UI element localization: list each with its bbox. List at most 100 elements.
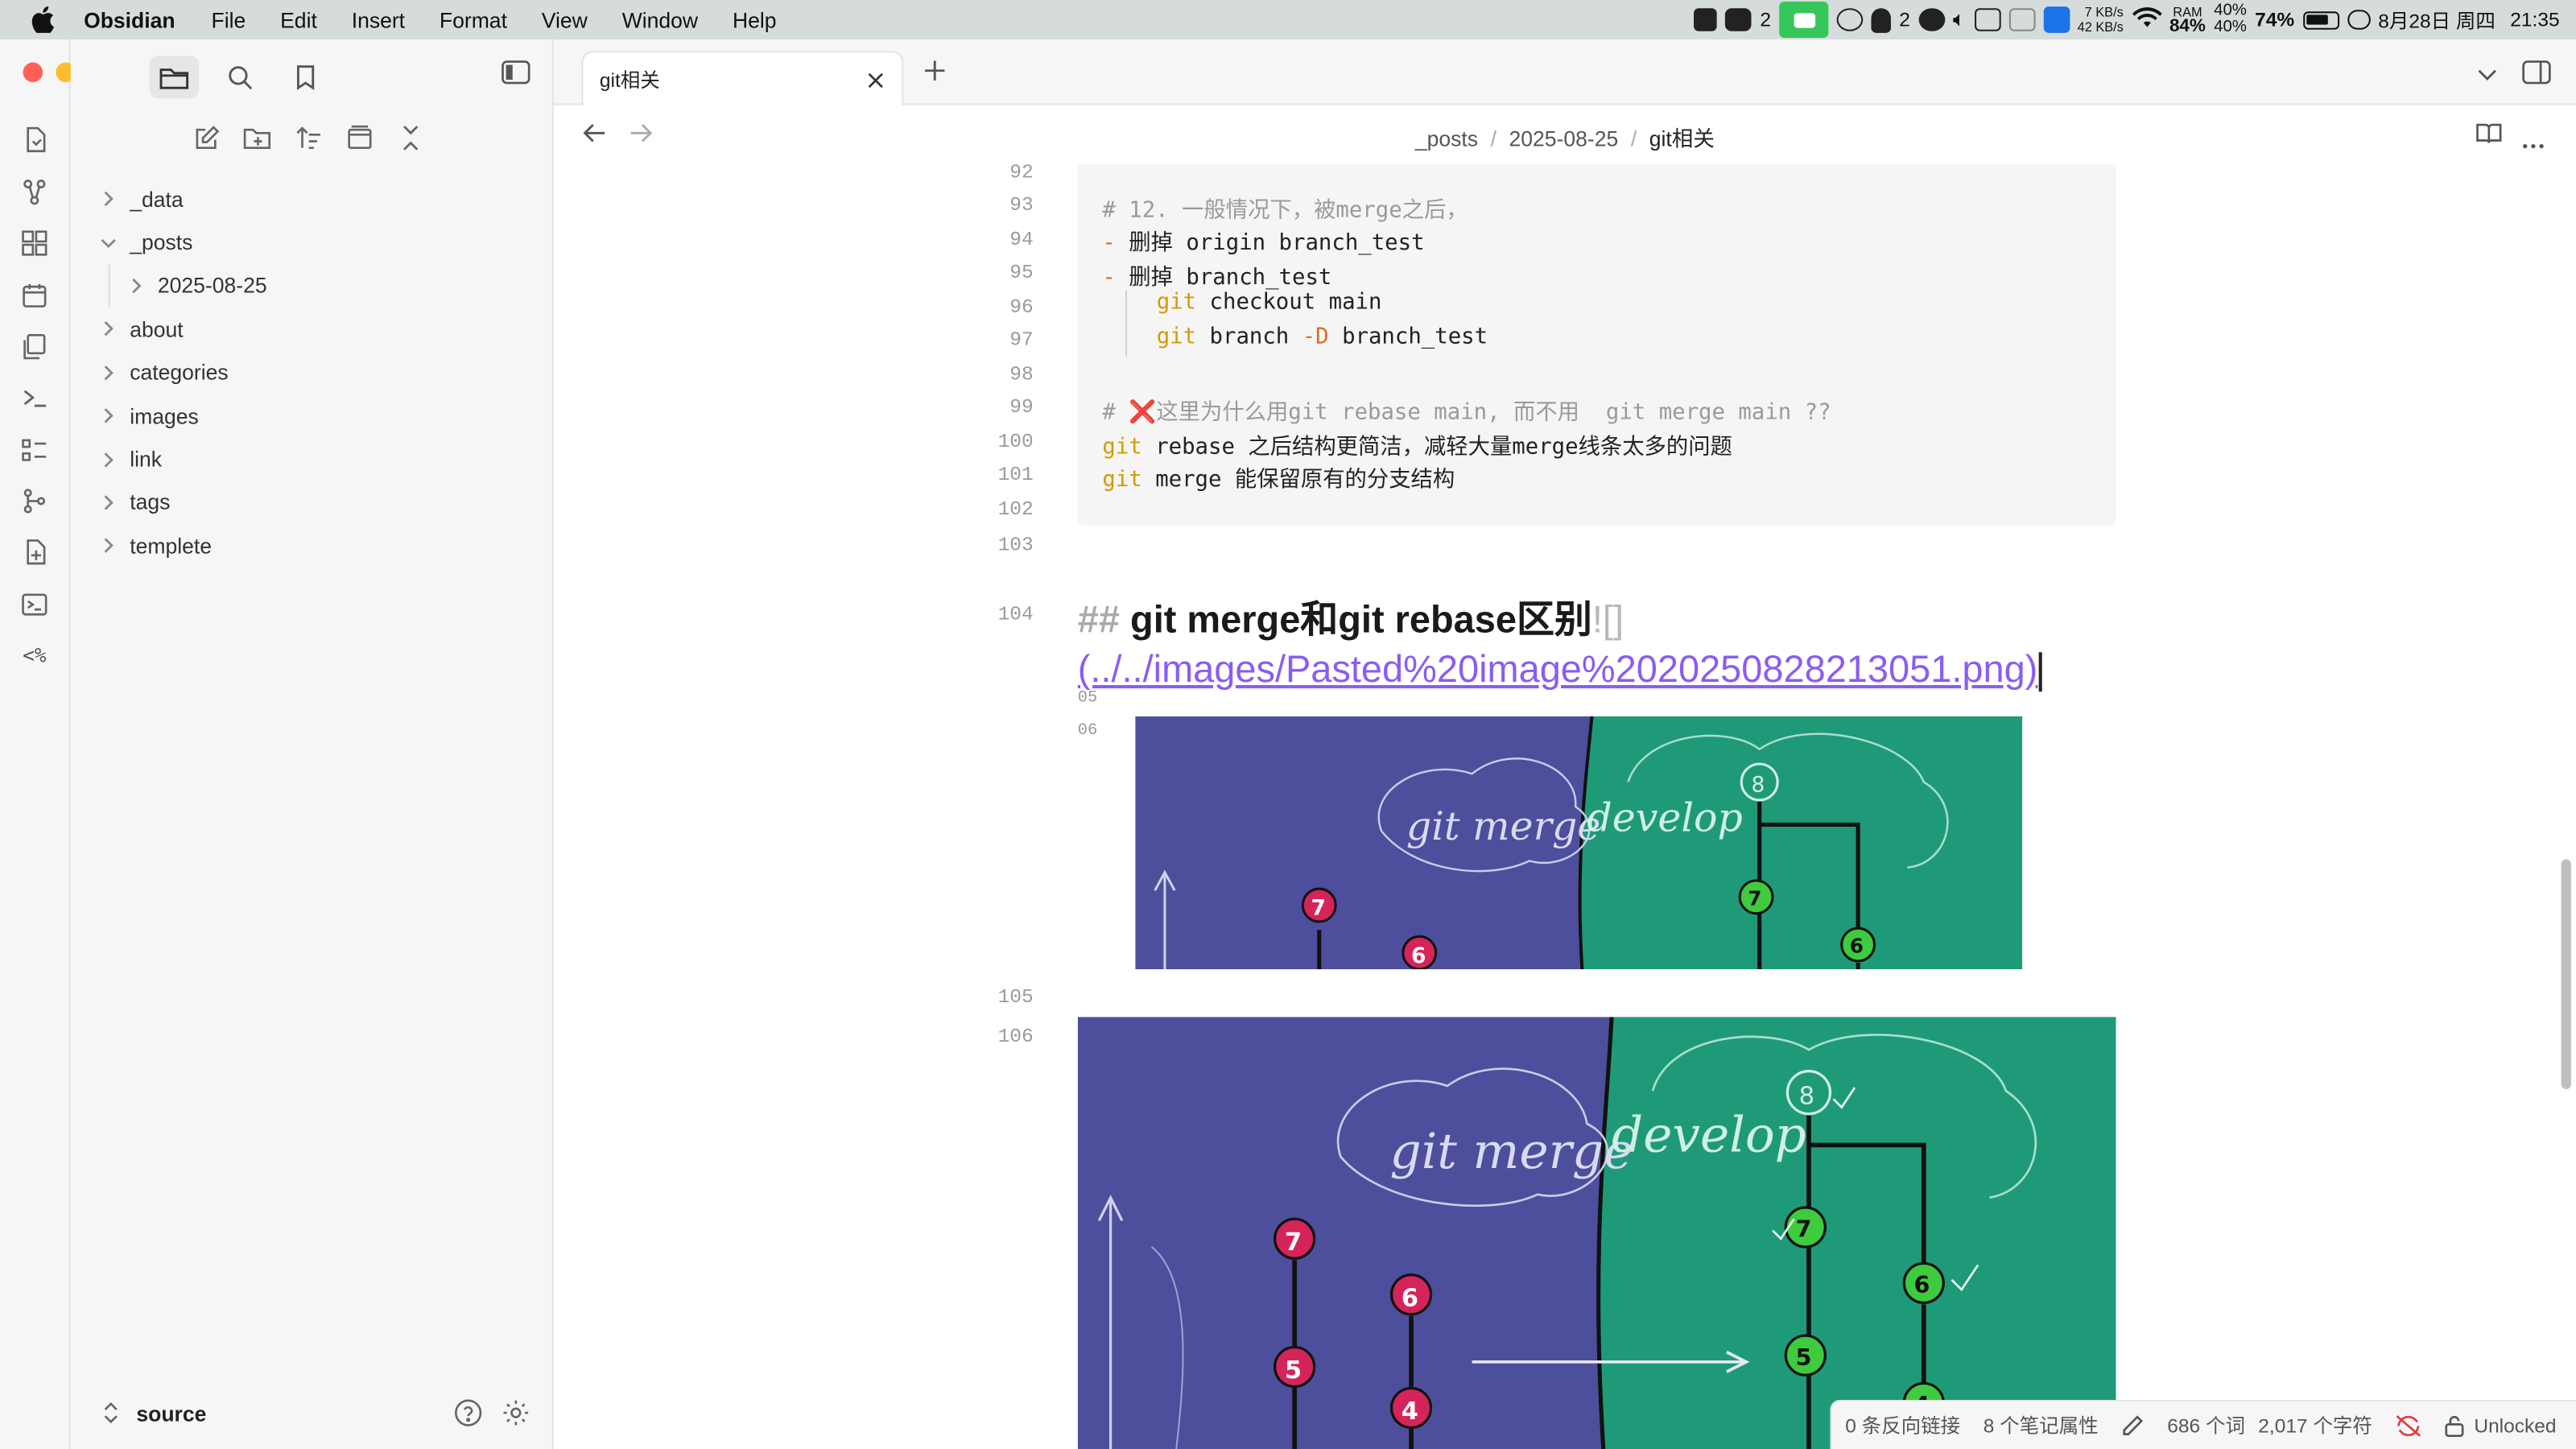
git-icon[interactable] <box>19 488 49 514</box>
outline-icon[interactable] <box>19 437 49 464</box>
tree-folder-data[interactable]: _data <box>71 177 554 221</box>
canvas-icon[interactable] <box>19 230 49 257</box>
tree-folder-posts[interactable]: _posts <box>71 221 554 264</box>
new-folder-icon[interactable] <box>243 122 273 155</box>
image-embed-bang: ! <box>1591 597 1603 641</box>
tree-folder-about[interactable]: about <box>71 308 554 351</box>
image-alt-brackets: [] <box>1602 597 1624 641</box>
auto-reveal-icon[interactable] <box>345 122 375 155</box>
tray-grey-icon[interactable] <box>2008 8 2035 31</box>
search-tab-icon[interactable] <box>215 56 264 98</box>
tab-list-chevron-down-icon[interactable] <box>2475 63 2499 82</box>
collapse-all-icon[interactable] <box>396 122 426 155</box>
apple-icon[interactable] <box>31 6 61 33</box>
bookmarks-tab-icon[interactable] <box>281 56 330 98</box>
ram-meter[interactable]: RAM 84% <box>2169 6 2206 35</box>
settings-gear-icon[interactable] <box>501 1398 530 1428</box>
embedded-image-preview[interactable]: git merge develop 7 6 8 7 6 <box>1135 716 2023 970</box>
files-tab-folder-icon[interactable] <box>149 56 199 99</box>
markdown-editor[interactable]: 92 93 94 95 96 97 98 99 100 101 102 103 … <box>553 164 2576 1449</box>
menu-insert[interactable]: Insert <box>352 7 405 32</box>
heading-git-merge-vs-rebase[interactable]: ## git merge和git rebase区别![] (../../image… <box>1078 595 2116 693</box>
menu-format[interactable]: Format <box>440 7 507 32</box>
tray-voice-icon[interactable] <box>1725 8 1752 31</box>
new-tab-plus-icon[interactable] <box>923 59 950 85</box>
node-7-green: 7 <box>1796 1216 1812 1243</box>
facetime-icon[interactable] <box>1779 2 1829 38</box>
sync-disabled-icon[interactable] <box>2395 1414 2421 1437</box>
wechat-icon[interactable] <box>1918 8 1945 31</box>
menu-app-name[interactable]: Obsidian <box>84 7 175 32</box>
templates-icon[interactable] <box>19 333 49 360</box>
tree-item-label: templete <box>130 533 213 559</box>
toggle-sidebar-icon[interactable] <box>501 59 530 85</box>
tray-blue-icon[interactable] <box>2042 6 2070 33</box>
breadcrumb-separator: / <box>1630 126 1637 151</box>
tree-folder-tags[interactable]: tags <box>71 481 554 524</box>
graph-view-icon[interactable] <box>19 179 49 205</box>
cpu-meter[interactable]: 40% 40% <box>2214 2 2247 36</box>
menu-view[interactable]: View <box>542 7 588 32</box>
display-icon[interactable] <box>1974 8 2000 31</box>
menu-file[interactable]: File <box>211 7 246 32</box>
chat-icon[interactable] <box>1836 8 1864 31</box>
tree-folder-2025-08-25[interactable]: 2025-08-25 <box>71 264 554 308</box>
menu-help[interactable]: Help <box>733 7 777 32</box>
tree-folder-categories[interactable]: categories <box>71 351 554 394</box>
terminal-icon[interactable] <box>19 592 49 618</box>
tree-folder-link[interactable]: link <box>71 438 554 481</box>
menu-edit[interactable]: Edit <box>280 7 317 32</box>
reading-view-book-icon[interactable] <box>2475 122 2502 147</box>
status-tray: 2 2 🔈︎ 7 KB/s 42 KB/s RAM 84% 40% 40% 74… <box>1694 0 2560 39</box>
network-speed[interactable]: 7 KB/s 42 KB/s <box>2078 5 2124 35</box>
qq-icon[interactable] <box>1871 7 1891 32</box>
lock-icon[interactable] <box>2445 1414 2464 1437</box>
tree-item-label: _data <box>130 187 184 212</box>
image-link[interactable]: (../../images/Pasted%20image%20202508282… <box>1078 647 2038 690</box>
open-quick-switcher-icon[interactable] <box>19 126 49 153</box>
node-4: 4 <box>1402 1397 1418 1426</box>
breadcrumb-date-folder[interactable]: 2025-08-25 <box>1509 126 1619 151</box>
menubar-time[interactable]: 21:35 <box>2510 8 2559 31</box>
new-note-icon[interactable] <box>19 539 49 565</box>
control-center-icon[interactable] <box>2347 10 2371 30</box>
new-note-icon[interactable] <box>192 122 222 155</box>
word-count: 686 个词 <box>2167 1414 2245 1438</box>
node-6-green: 6 <box>1850 935 1864 958</box>
wifi-icon[interactable] <box>2132 6 2161 33</box>
breadcrumb-current-note[interactable]: git相关 <box>1649 126 1715 151</box>
sort-icon[interactable] <box>294 122 324 155</box>
command-palette-icon[interactable] <box>19 385 49 411</box>
backlinks-count[interactable]: 0 条反向链接 <box>1845 1411 1960 1439</box>
code-text: 删掉 origin branch_test <box>1115 231 1425 257</box>
lock-status-label[interactable]: Unlocked <box>2474 1414 2556 1437</box>
tray-app-icon[interactable] <box>1694 8 1718 31</box>
vault-name[interactable]: source <box>136 1401 206 1426</box>
list-dash: - <box>1102 266 1116 291</box>
vault-switch-icon[interactable] <box>104 1402 120 1425</box>
menubar-date[interactable]: 8月28日 周四 <box>2378 6 2496 34</box>
properties-count[interactable]: 8 个笔记属性 <box>1984 1411 2099 1439</box>
help-icon[interactable] <box>453 1398 483 1428</box>
breadcrumb-posts[interactable]: _posts <box>1415 126 1478 151</box>
volume-icon[interactable]: 🔈︎ <box>1953 6 1966 33</box>
tree-folder-images[interactable]: images <box>71 394 554 438</box>
embedded-image-git-merge[interactable]: git merge develop 7 6 5 4 8 7 6 5 <box>1077 1017 2116 1449</box>
toggle-right-sidebar-icon[interactable] <box>2522 59 2552 85</box>
templater-icon[interactable]: <% <box>19 642 49 669</box>
tree-item-label: images <box>130 403 199 428</box>
menu-window[interactable]: Window <box>622 7 698 32</box>
editor-scrollbar[interactable] <box>2561 859 2571 1090</box>
tab-git-notes[interactable]: git相关 <box>581 51 904 107</box>
code-line-94: - 删掉 origin branch_test <box>1102 224 1424 257</box>
close-window-button[interactable] <box>23 62 43 83</box>
tree-folder-templete[interactable]: templete <box>71 524 554 568</box>
line-number: 101 <box>997 463 1034 487</box>
chevron-down-icon <box>100 234 116 250</box>
line-number: 106 <box>997 1025 1034 1049</box>
edit-pencil-icon[interactable] <box>2121 1414 2145 1437</box>
battery-icon[interactable] <box>2302 10 2339 29</box>
calendar-icon[interactable] <box>19 283 49 309</box>
close-tab-icon[interactable] <box>864 68 887 92</box>
more-options-icon[interactable] <box>2522 130 2549 149</box>
